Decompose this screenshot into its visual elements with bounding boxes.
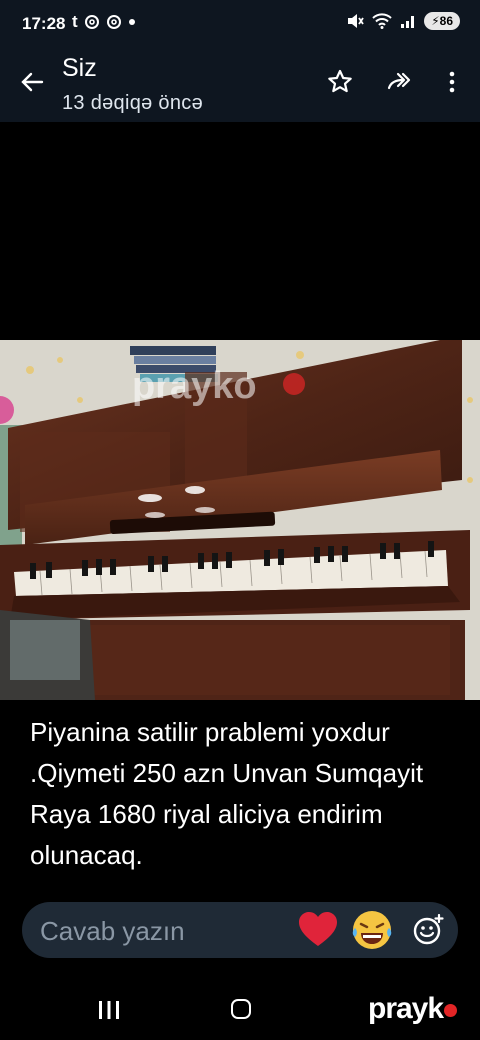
home-button[interactable] (231, 999, 251, 1019)
post-caption: Piyanina satilir prablemi yoxdur .Qiymet… (30, 717, 424, 870)
more-dot-icon (128, 19, 135, 25)
story-header: Siz 13 dəqiqə öncə (0, 50, 480, 122)
forward-icon[interactable] (386, 68, 414, 96)
battery-indicator: ⚡86 (424, 12, 460, 30)
reply-input[interactable]: Cavab yazın (22, 902, 458, 958)
add-emoji-icon[interactable] (412, 914, 444, 946)
page-title: Siz (62, 54, 97, 82)
more-vertical-icon[interactable] (438, 68, 466, 96)
photo-watermark: prayko (132, 365, 257, 407)
post-photo[interactable]: prayko (0, 340, 480, 700)
piano-image: prayko (0, 340, 480, 700)
recent-apps-icon[interactable] (98, 1000, 120, 1020)
reply-placeholder: Cavab yazın (40, 916, 185, 946)
status-time: 17:28 (22, 14, 66, 33)
system-icons: ⚡86 (346, 12, 460, 30)
status-bar: 17:28 t ⚡86 (0, 0, 480, 50)
threads-icon-2 (106, 15, 121, 29)
post-timestamp: 13 dəqiqə öncə (62, 92, 203, 114)
mute-icon (348, 14, 364, 28)
back-arrow-icon[interactable] (18, 68, 46, 96)
notification-icons: t (72, 12, 136, 32)
wifi-icon (372, 13, 392, 29)
signal-icon (401, 16, 415, 28)
prayko-logo: prayk (368, 992, 458, 1026)
heart-reaction-icon[interactable] (296, 908, 340, 952)
star-icon[interactable] (326, 68, 354, 96)
system-nav-bar: prayk (0, 980, 480, 1040)
logo-dot (444, 1003, 458, 1017)
tumblr-icon: t (72, 12, 78, 31)
laughing-reaction-icon[interactable] (350, 908, 394, 952)
threads-icon (84, 15, 99, 29)
